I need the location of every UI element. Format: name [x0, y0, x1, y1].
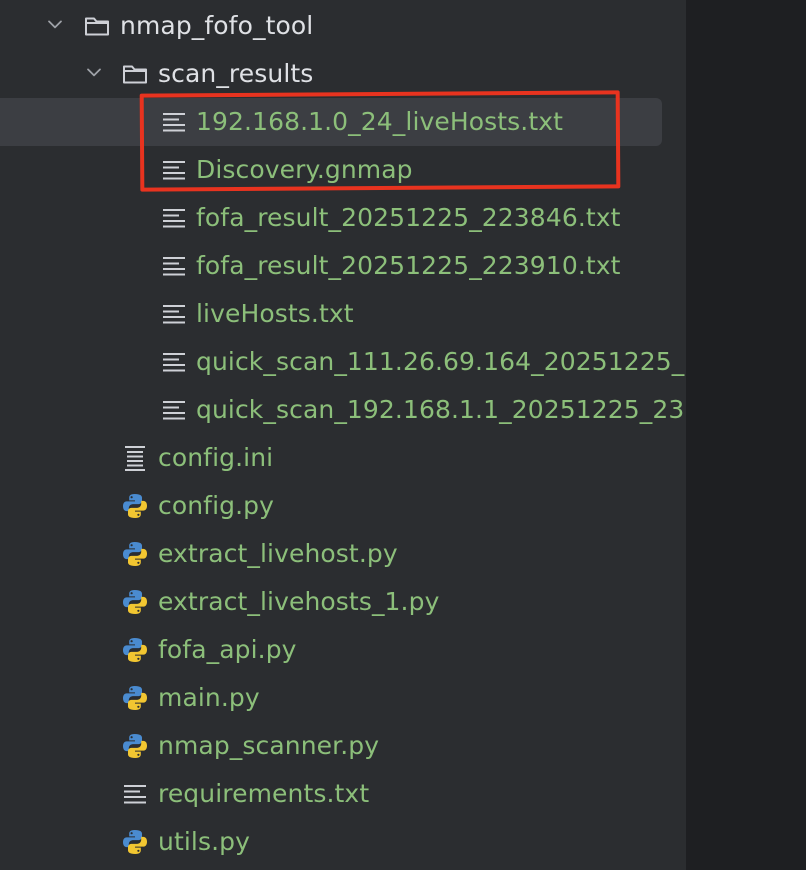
- file-label: extract_livehost.py: [158, 539, 398, 568]
- config-file-icon: [121, 444, 149, 472]
- tree-file-item[interactable]: liveHosts.txt: [0, 290, 686, 338]
- tree-file-item[interactable]: fofa_api.py: [0, 626, 686, 674]
- tree-file-item[interactable]: config.py: [0, 482, 686, 530]
- tree-file-item[interactable]: extract_livehosts_1.py: [0, 578, 686, 626]
- text-file-icon: [160, 396, 188, 424]
- project-tree-panel: nmap_fofo_tool scan_results 192.168.1.0_…: [0, 0, 686, 870]
- file-label: fofa_api.py: [158, 635, 297, 664]
- text-file-icon: [160, 204, 188, 232]
- chevron-down-icon[interactable]: [47, 16, 63, 32]
- file-label: config.ini: [158, 443, 274, 472]
- file-label: requirements.txt: [158, 779, 370, 808]
- editor-area: [686, 0, 806, 870]
- text-file-icon: [160, 300, 188, 328]
- file-label: quick_scan_111.26.69.164_20251225_: [196, 347, 685, 376]
- python-icon: [121, 540, 149, 568]
- folder-icon: [83, 12, 111, 40]
- file-label: fofa_result_20251225_223846.txt: [196, 203, 621, 232]
- tree-file-item[interactable]: utils.py: [0, 818, 686, 866]
- tree-file-item[interactable]: fofa_result_20251225_223910.txt: [0, 242, 686, 290]
- tree-folder-root[interactable]: nmap_fofo_tool: [0, 2, 686, 50]
- text-file-icon: [160, 348, 188, 376]
- tree-file-item[interactable]: main.py: [0, 674, 686, 722]
- python-icon: [121, 684, 149, 712]
- python-icon: [121, 588, 149, 616]
- file-label: main.py: [158, 683, 260, 712]
- tree-file-item[interactable]: extract_livehost.py: [0, 530, 686, 578]
- text-file-icon: [160, 252, 188, 280]
- tree-file-item[interactable]: fofa_result_20251225_223846.txt: [0, 194, 686, 242]
- annotation-highlight-box: [139, 90, 621, 192]
- folder-label: nmap_fofo_tool: [120, 11, 314, 40]
- python-icon: [121, 732, 149, 760]
- tree-file-item[interactable]: quick_scan_192.168.1.1_20251225_23: [0, 386, 686, 434]
- chevron-down-icon[interactable]: [86, 64, 102, 80]
- file-label: nmap_scanner.py: [158, 731, 380, 760]
- folder-icon: [121, 60, 149, 88]
- tree-file-item[interactable]: nmap_scanner.py: [0, 722, 686, 770]
- file-label: liveHosts.txt: [196, 299, 354, 328]
- tree-file-item[interactable]: config.ini: [0, 434, 686, 482]
- text-file-icon: [121, 780, 149, 808]
- folder-label: scan_results: [158, 59, 314, 88]
- file-label: config.py: [158, 491, 275, 520]
- python-icon: [121, 636, 149, 664]
- python-icon: [121, 828, 149, 856]
- file-label: utils.py: [158, 827, 250, 856]
- file-label: fofa_result_20251225_223910.txt: [196, 251, 621, 280]
- file-label: extract_livehosts_1.py: [158, 587, 440, 616]
- python-icon: [121, 492, 149, 520]
- file-label: quick_scan_192.168.1.1_20251225_23: [196, 395, 685, 424]
- tree-file-item[interactable]: requirements.txt: [0, 770, 686, 818]
- tree-file-item[interactable]: quick_scan_111.26.69.164_20251225_: [0, 338, 686, 386]
